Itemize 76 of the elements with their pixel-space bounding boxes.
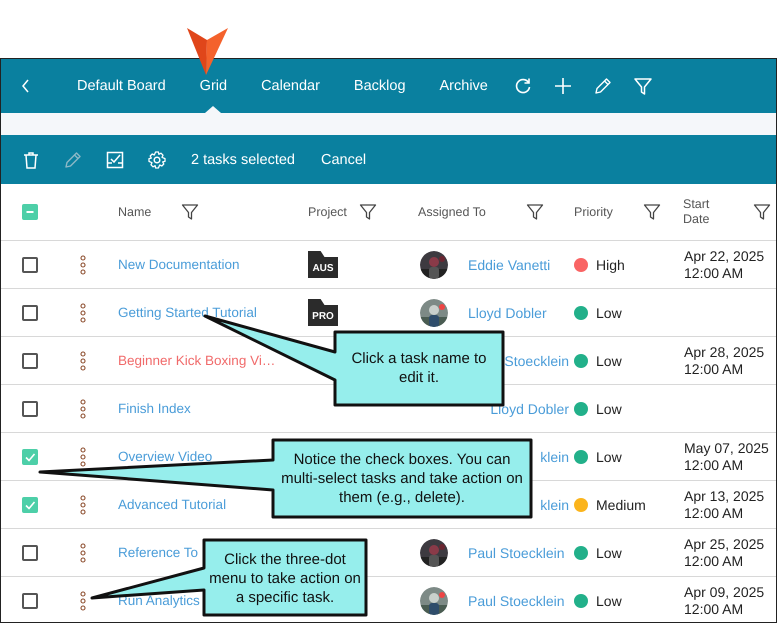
- project-folder: PRO: [308, 299, 338, 326]
- column-header: Assigned To: [418, 205, 486, 219]
- priority-label: Low: [596, 352, 622, 368]
- column-header: Name: [118, 205, 152, 219]
- more-menu-icon[interactable]: [80, 542, 86, 562]
- nav-tab[interactable]: Calendar: [244, 59, 337, 113]
- checkbox[interactable]: [22, 256, 38, 272]
- priority-label: Low: [596, 304, 622, 320]
- start-date: Apr 09, 2025 12:00 AM: [683, 584, 766, 618]
- callout-text: Notice the check boxes. You can multi-select tasks and take action on them (e.g., delete).: [280, 450, 524, 508]
- start-date: Apr 25, 2025 12:00 AM: [683, 536, 766, 570]
- start-date: Apr 13, 2025 12:00 AM: [683, 488, 766, 522]
- task-name-link[interactable]: Overview Video: [118, 449, 212, 464]
- task-name-link[interactable]: Beginner Kick Boxing Vi…: [118, 353, 276, 368]
- project-folder: AUS: [308, 251, 338, 278]
- check-icon: [24, 498, 36, 510]
- more-menu-icon[interactable]: [80, 350, 86, 370]
- assignee-link[interactable]: klein: [540, 448, 569, 464]
- pointer-arrow-icon: [186, 28, 229, 76]
- trash-icon[interactable]: [21, 150, 41, 170]
- checkbox[interactable]: [22, 544, 38, 560]
- column-header: Project: [308, 205, 347, 219]
- assignee-link[interactable]: Paul Stoecklein: [468, 592, 565, 608]
- start-date: Apr 22, 2025 12:00 AM: [683, 248, 766, 282]
- more-menu-icon[interactable]: [80, 254, 86, 274]
- callout-text: Click the three-dot menu to take action on a specific task.: [208, 550, 362, 608]
- column-header: Start Date: [683, 197, 710, 227]
- filter-icon[interactable]: [642, 203, 661, 221]
- checkbox[interactable]: [22, 592, 38, 608]
- nav-tab[interactable]: Default Board: [77, 59, 183, 113]
- filter-icon[interactable]: [632, 76, 653, 96]
- task-name-link[interactable]: New Documentation: [118, 257, 240, 272]
- checkbox[interactable]: [22, 304, 38, 320]
- checkbox[interactable]: [22, 352, 38, 368]
- assignee-link[interactable]: klein: [540, 496, 569, 512]
- filter-icon[interactable]: [358, 203, 377, 221]
- selection-count: 2 tasks selected: [191, 152, 295, 168]
- task-name-link[interactable]: Reference To: [118, 545, 198, 560]
- more-menu-icon[interactable]: [80, 446, 86, 466]
- assignee-link[interactable]: Paul Stoecklein: [468, 544, 565, 560]
- assignee-link[interactable]: Lloyd Dobler: [468, 304, 547, 320]
- start-date: May 07, 2025 12:00 AM: [683, 440, 770, 474]
- cancel-button[interactable]: Cancel: [316, 152, 370, 168]
- nav-tab[interactable]: Grid: [182, 59, 244, 113]
- filter-icon[interactable]: [526, 203, 544, 221]
- assignee-link[interactable]: Eddie Vanetti: [468, 256, 550, 272]
- nav-tab[interactable]: Backlog: [336, 59, 423, 113]
- callout-text: Click a task name to edit it.: [350, 349, 488, 388]
- nav-tab[interactable]: Archive: [422, 59, 505, 113]
- checkbox[interactable]: [22, 448, 38, 464]
- checkbox[interactable]: [22, 496, 38, 512]
- task-name-link[interactable]: Advanced Tutorial: [118, 497, 226, 512]
- assignee-link[interactable]: Stoecklein: [504, 352, 569, 368]
- priority-label: High: [596, 256, 625, 272]
- priority-label: Low: [596, 448, 622, 464]
- priority-label: Low: [596, 592, 622, 608]
- task-name-link[interactable]: Finish Index: [118, 401, 191, 416]
- more-menu-icon[interactable]: [80, 494, 86, 514]
- task-name-link[interactable]: Getting Started Tutorial: [118, 305, 257, 320]
- priority-label: Medium: [596, 496, 646, 512]
- priority-label: Low: [596, 544, 622, 560]
- priority-label: Low: [596, 400, 622, 416]
- column-header: Priority: [574, 205, 613, 219]
- plus-icon[interactable]: [552, 76, 573, 96]
- check-icon: [24, 450, 36, 462]
- more-menu-icon[interactable]: [80, 398, 86, 418]
- checkbox[interactable]: [22, 204, 38, 220]
- filter-icon[interactable]: [753, 203, 771, 221]
- settings-icon[interactable]: [147, 150, 167, 170]
- checkbox[interactable]: [22, 400, 38, 416]
- checklist-icon[interactable]: [105, 150, 125, 170]
- start-date: Apr 28, 2025 12:00 AM: [683, 344, 766, 378]
- pencil-icon[interactable]: [592, 76, 613, 96]
- more-menu-icon[interactable]: [80, 590, 86, 610]
- filter-icon[interactable]: [181, 203, 200, 221]
- more-menu-icon[interactable]: [80, 302, 86, 322]
